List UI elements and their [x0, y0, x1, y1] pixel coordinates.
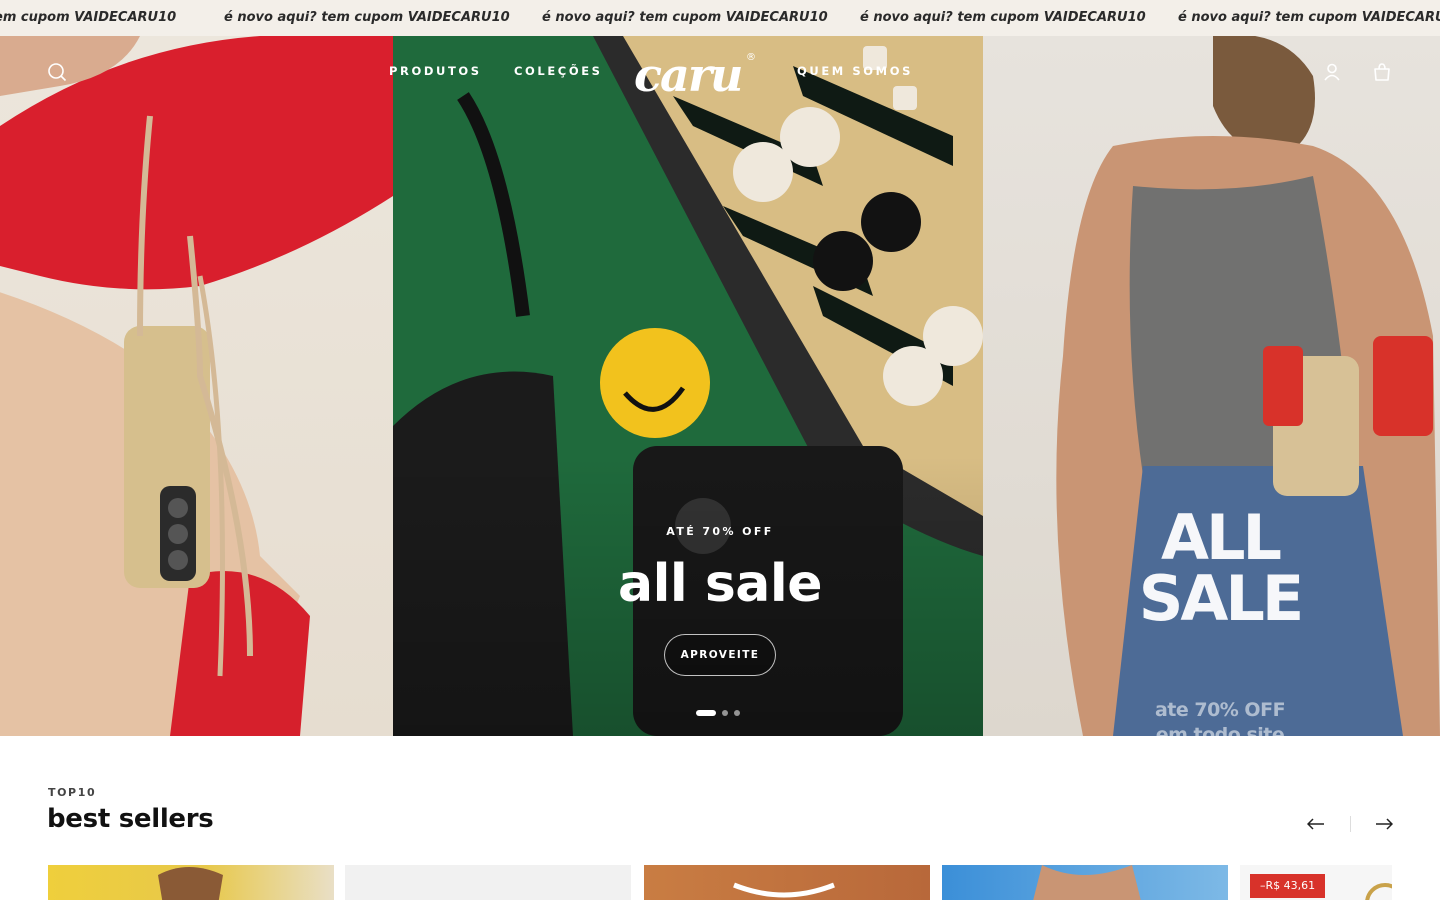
account-icon[interactable] [1318, 58, 1346, 86]
cart-icon[interactable] [1368, 58, 1396, 86]
brand-logo-registered-mark: ® [746, 52, 756, 63]
hero-kicker: ATÉ 70% OFF [666, 525, 774, 538]
slider-dots [696, 710, 740, 716]
hero-image-middle [393, 36, 983, 736]
arrow-right-icon[interactable] [1372, 812, 1396, 836]
slider-dot[interactable] [696, 710, 716, 716]
brand-logo[interactable]: caru [634, 48, 743, 102]
nav-quem-somos[interactable]: QUEM SOMOS [797, 64, 913, 78]
hero-banner[interactable]: ALL SALE ate 70% OFF em todo site [0, 36, 1440, 736]
arrow-left-icon[interactable] [1304, 812, 1328, 836]
hero-image-left [0, 36, 393, 736]
announcement-text: é novo aqui? tem cupom VAIDECARU10 [860, 10, 1146, 25]
slider-dot[interactable] [722, 710, 728, 716]
announcement-text: é novo aqui? tem cupom VAIDECARU10 [1178, 10, 1440, 25]
section-kicker: TOP10 [48, 786, 97, 799]
nav-colecoes[interactable]: COLEÇÕES [514, 64, 603, 78]
slider-dot[interactable] [734, 710, 740, 716]
nav-produtos[interactable]: PRODUTOS [389, 64, 482, 78]
announcement-text: é novo aqui? tem cupom VAIDECARU10 [542, 10, 828, 25]
hero-photo-middle [393, 36, 983, 736]
announcement-text: é novo aqui? tem cupom VAIDECARU10 [224, 10, 510, 25]
hero-title: all sale [618, 554, 822, 614]
product-image [1033, 865, 1141, 900]
product-card[interactable] [644, 865, 930, 900]
product-card[interactable] [345, 865, 631, 900]
section-title: best sellers [47, 804, 214, 834]
announcement-text: em cupom VAIDECARU10 [0, 10, 177, 25]
hero-cta-button[interactable]: APROVEITE [664, 634, 776, 676]
search-icon[interactable] [43, 58, 71, 86]
announcement-bar: em cupom VAIDECARU10 é novo aqui? tem cu… [0, 0, 1440, 36]
product-card[interactable]: –R$ 43,61 [1240, 865, 1392, 900]
promo-poster-subtitle: ate 70% OFF em todo site [1154, 699, 1286, 736]
product-carousel: –R$ 43,61 [48, 865, 1392, 900]
product-card[interactable] [48, 865, 334, 900]
product-image [1365, 883, 1392, 900]
product-card[interactable] [942, 865, 1228, 900]
hero-photo-left [0, 36, 393, 736]
product-image [733, 882, 835, 898]
product-image [158, 867, 223, 900]
site-header: PRODUTOS COLEÇÕES caru ® QUEM SOMOS [0, 36, 1440, 108]
arrow-divider [1350, 816, 1351, 832]
